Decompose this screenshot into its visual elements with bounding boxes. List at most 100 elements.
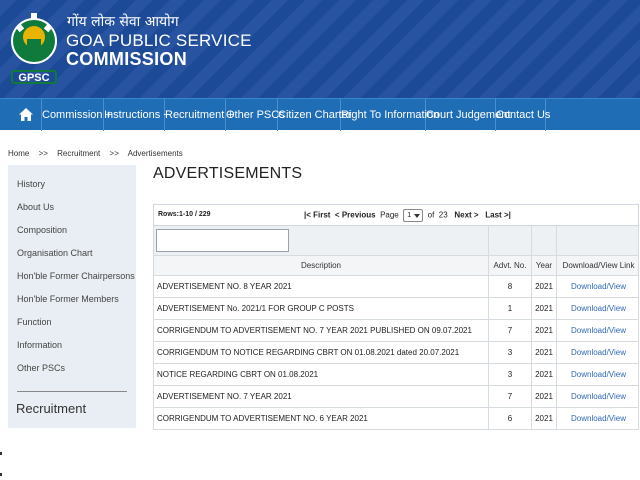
table-row: ADVERTISEMENT NO. 7 YEAR 2021 7 2021 Dow…: [153, 386, 639, 408]
page-select-value: 1: [407, 212, 412, 219]
row-download-link-cell: Download/View: [556, 364, 640, 385]
column-header-year[interactable]: Year: [531, 256, 556, 275]
download-view-link[interactable]: Download/View: [571, 414, 626, 423]
row-download-link-cell: Download/View: [556, 298, 640, 319]
row-download-link-cell: Download/View: [556, 408, 640, 429]
table-row: CORRIGENDUM TO ADVERTISEMENT NO. 7 YEAR …: [153, 320, 639, 342]
table-row: NOTICE REGARDING CBRT ON 01.08.2021 3 20…: [153, 364, 639, 386]
row-year: 2021: [531, 320, 556, 341]
row-advt-no: 1: [488, 298, 531, 319]
advertisements-table: Rows:1-10 / 229 |< First < Previous Page…: [153, 204, 639, 430]
row-download-link-cell: Download/View: [556, 342, 640, 363]
table-row: ADVERTISEMENT NO. 8 YEAR 2021 8 2021 Dow…: [153, 276, 639, 298]
row-description: ADVERTISEMENT NO. 7 YEAR 2021: [157, 392, 292, 401]
sidebar-item-history[interactable]: History: [17, 179, 45, 189]
download-view-link[interactable]: Download/View: [571, 282, 626, 291]
sidebar-item-function[interactable]: Function: [17, 317, 52, 327]
page-edge-mark: [0, 452, 2, 455]
row-year: 2021: [531, 276, 556, 297]
download-view-link[interactable]: Download/View: [571, 348, 626, 357]
hindi-title: गोंय लोक सेवा आयोग: [67, 14, 179, 30]
download-view-link[interactable]: Download/View: [571, 326, 626, 335]
row-advt-no: 3: [488, 342, 531, 363]
title-line-2: COMMISSION: [66, 49, 188, 69]
row-year: 2021: [531, 342, 556, 363]
column-header-description[interactable]: Description: [154, 256, 488, 275]
row-description: ADVERTISEMENT NO. 8 YEAR 2021: [157, 282, 292, 291]
row-download-link-cell: Download/View: [556, 276, 640, 297]
sidebar-item-former-members[interactable]: Hon'ble Former Members: [17, 294, 119, 304]
nav-instructions[interactable]: Instructions +: [104, 99, 170, 131]
nav-recruitment[interactable]: Recruitment +: [165, 99, 234, 131]
gpsc-logo[interactable]: GPSC: [9, 5, 59, 93]
sidebar-divider: [17, 391, 127, 392]
sidebar: History About Us Composition Organisatio…: [8, 165, 136, 428]
pager-page-label: Page: [380, 210, 399, 220]
row-advt-no: 6: [488, 408, 531, 429]
page-title: ADVERTISEMENTS: [153, 165, 303, 182]
nav-contact-us[interactable]: Contact Us: [496, 99, 550, 131]
row-year: 2021: [531, 298, 556, 319]
row-year: 2021: [531, 386, 556, 407]
download-view-link[interactable]: Download/View: [571, 370, 626, 379]
nav-citizen-charter[interactable]: Citizen Charter: [278, 99, 351, 131]
pager: |< First < Previous Page 1 of 23 Next > …: [304, 209, 511, 222]
sidebar-item-other-pscs[interactable]: Other PSCs: [17, 363, 65, 373]
pager-previous[interactable]: < Previous: [335, 211, 376, 220]
filter-row: [153, 226, 639, 256]
column-divider: [488, 226, 489, 256]
sidebar-item-composition[interactable]: Composition: [17, 225, 67, 235]
download-view-link[interactable]: Download/View: [571, 392, 626, 401]
column-divider: [531, 226, 532, 256]
row-download-link-cell: Download/View: [556, 386, 640, 407]
column-header-link: Download/View Link: [556, 256, 640, 275]
nav-commission[interactable]: Commission +: [42, 99, 112, 131]
row-year: 2021: [531, 364, 556, 385]
row-description: ADVERTISEMENT No. 2021/1 FOR GROUP C POS…: [157, 304, 354, 313]
sidebar-item-about-us[interactable]: About Us: [17, 202, 54, 212]
sidebar-section-heading: Recruitment: [16, 401, 87, 416]
pager-next[interactable]: Next >: [454, 211, 478, 220]
sidebar-item-information[interactable]: Information: [17, 340, 62, 350]
pager-last[interactable]: Last >|: [485, 211, 511, 220]
table-header: Description Advt. No. Year Download/View…: [153, 256, 639, 276]
title-line-1: GOA PUBLIC SERVICE: [66, 31, 252, 50]
nav-court-judgement[interactable]: Court Judgement: [426, 99, 510, 131]
row-description: CORRIGENDUM TO ADVERTISEMENT NO. 6 YEAR …: [157, 414, 368, 423]
table-row: ADVERTISEMENT No. 2021/1 FOR GROUP C POS…: [153, 298, 639, 320]
row-description: CORRIGENDUM TO ADVERTISEMENT NO. 7 YEAR …: [157, 326, 472, 335]
breadcrumb-recruitment[interactable]: Recruitment: [57, 149, 100, 158]
column-header-advt-no[interactable]: Advt. No.: [488, 256, 531, 275]
row-advt-no: 3: [488, 364, 531, 385]
pager-bar: Rows:1-10 / 229 |< First < Previous Page…: [153, 204, 639, 226]
page-select[interactable]: 1: [403, 209, 424, 222]
nav-rti[interactable]: Right To Information: [341, 99, 439, 131]
breadcrumb: Home >> Recruitment >> Advertisements: [8, 149, 190, 158]
breadcrumb-sep: >>: [109, 149, 119, 158]
page-edge-mark: [0, 473, 2, 476]
row-description: NOTICE REGARDING CBRT ON 01.08.2021: [157, 370, 319, 379]
sidebar-item-organisation-chart[interactable]: Organisation Chart: [17, 248, 93, 258]
breadcrumb-sep: >>: [38, 149, 48, 158]
table-row: CORRIGENDUM TO NOTICE REGARDING CBRT ON …: [153, 342, 639, 364]
nav-other-pscs[interactable]: Other PSCs: [226, 99, 285, 131]
column-divider: [556, 226, 557, 256]
row-advt-no: 7: [488, 320, 531, 341]
home-icon: [19, 108, 33, 121]
description-filter-input[interactable]: [156, 229, 289, 252]
row-year: 2021: [531, 408, 556, 429]
nav-home[interactable]: [10, 99, 42, 131]
row-description: CORRIGENDUM TO NOTICE REGARDING CBRT ON …: [157, 348, 460, 357]
download-view-link[interactable]: Download/View: [571, 304, 626, 313]
chevron-down-icon: [414, 214, 421, 218]
breadcrumb-home[interactable]: Home: [8, 149, 29, 158]
rows-info: Rows:1-10 / 229: [158, 211, 211, 218]
main-nav: Commission + Instructions + Recruitment …: [0, 98, 640, 131]
site-header: GPSC गोंय लोक सेवा आयोग GOA PUBLIC SERVI…: [0, 0, 640, 98]
table-row: CORRIGENDUM TO ADVERTISEMENT NO. 6 YEAR …: [153, 408, 639, 430]
sidebar-item-former-chairpersons[interactable]: Hon'ble Former Chairpersons: [17, 271, 135, 281]
pager-total-pages: 23: [438, 210, 448, 220]
row-download-link-cell: Download/View: [556, 320, 640, 341]
pager-of-label: of: [427, 210, 435, 220]
pager-first[interactable]: |< First: [304, 211, 330, 220]
